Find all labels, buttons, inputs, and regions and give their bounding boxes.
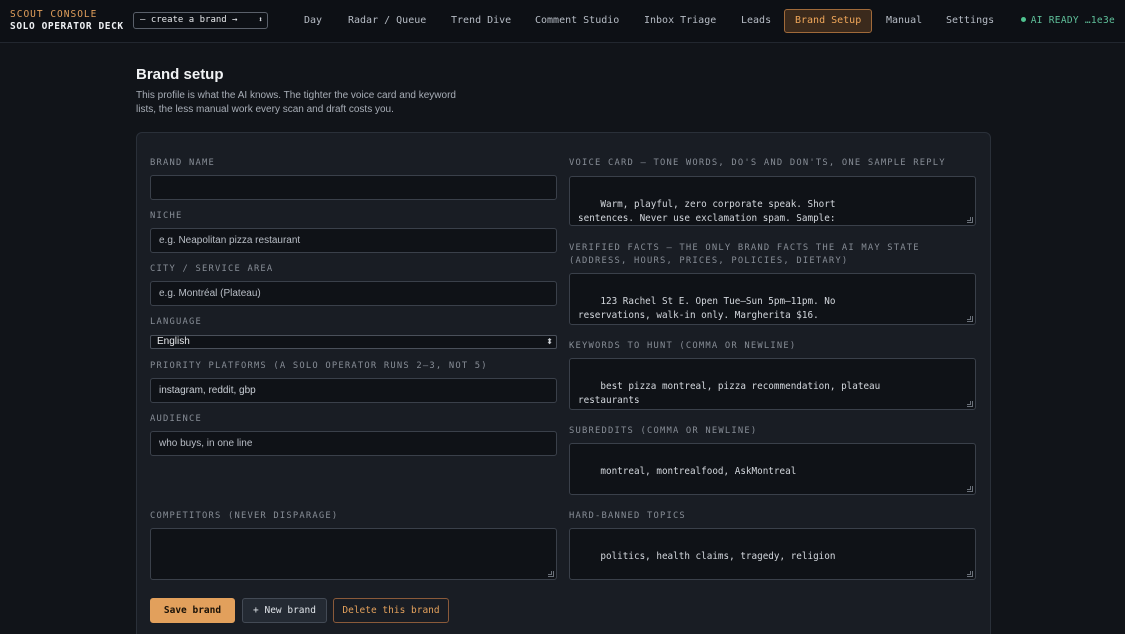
nav-radar-queue[interactable]: Radar / Queue — [338, 9, 436, 33]
keywords-text: best pizza montreal, pizza recommendatio… — [578, 381, 881, 406]
platforms-input[interactable]: instagram, reddit, gbp — [150, 378, 557, 403]
brand-form-card: BRAND NAME NICHE e.g. Neapolitan pizza r… — [136, 132, 991, 634]
brand-name-input[interactable] — [150, 175, 557, 200]
resize-handle-icon[interactable] — [967, 571, 973, 577]
status-dot-icon — [1020, 17, 1026, 22]
app-title-top: SCOUT CONSOLE — [10, 9, 98, 20]
resize-handle-icon[interactable] — [967, 401, 973, 407]
banned-topics-textarea[interactable]: politics, health claims, tragedy, religi… — [569, 528, 976, 580]
niche-label: NICHE — [150, 211, 183, 221]
nav-day[interactable]: Day — [294, 9, 332, 33]
competitors-label: COMPETITORS (NEVER DISPARAGE) — [150, 511, 339, 521]
nav-manual[interactable]: Manual — [876, 9, 932, 33]
verified-facts-text: 123 Rachel St E. Open Tue–Sun 5pm–11pm. … — [578, 296, 836, 321]
audience-input[interactable]: who buys, in one line — [150, 431, 557, 456]
verified-facts-label-line1: VERIFIED FACTS — THE ONLY BRAND FACTS TH… — [569, 243, 920, 253]
niche-input[interactable]: e.g. Neapolitan pizza restaurant — [150, 228, 557, 253]
banned-topics-text: politics, health claims, tragedy, religi… — [600, 551, 836, 562]
subreddits-textarea[interactable]: montreal, montrealfood, AskMontreal — [569, 443, 976, 495]
city-label: CITY / SERVICE AREA — [150, 264, 274, 274]
platforms-label: PRIORITY PLATFORMS (A SOLO OPERATOR RUNS… — [150, 361, 488, 371]
updown-chevron-icon: ⬍ — [258, 15, 263, 24]
subreddits-label: SUBREDDITS (COMMA OR NEWLINE) — [569, 426, 758, 436]
voice-card-text: Warm, playful, zero corporate speak. Sho… — [578, 199, 836, 224]
competitors-textarea[interactable] — [150, 528, 557, 580]
city-input[interactable]: e.g. Montréal (Plateau) — [150, 281, 557, 306]
top-bar: SCOUT CONSOLE SOLO OPERATOR DECK — creat… — [0, 0, 1125, 43]
language-label: LANGUAGE — [150, 317, 202, 327]
app-brand: SCOUT CONSOLE SOLO OPERATOR DECK — [10, 9, 124, 33]
app-title-bottom: SOLO OPERATOR DECK — [10, 21, 124, 32]
nav-comment-studio[interactable]: Comment Studio — [525, 9, 629, 33]
delete-brand-button[interactable]: Delete this brand — [333, 598, 449, 623]
resize-handle-icon[interactable] — [967, 217, 973, 223]
subreddits-text: montreal, montrealfood, AskMontreal — [600, 466, 797, 477]
verified-facts-label: VERIFIED FACTS — THE ONLY BRAND FACTS TH… — [569, 242, 920, 268]
nav-inbox-triage[interactable]: Inbox Triage — [634, 9, 726, 33]
voice-card-label: VOICE CARD — TONE WORDS, DO'S AND DON'TS… — [569, 158, 946, 168]
nav-trend-dive[interactable]: Trend Dive — [441, 9, 521, 33]
keywords-textarea[interactable]: best pizza montreal, pizza recommendatio… — [569, 358, 976, 410]
nav-brand-setup[interactable]: Brand Setup — [784, 9, 873, 33]
page-description: This profile is what the AI knows. The t… — [136, 90, 456, 115]
verified-facts-textarea[interactable]: 123 Rachel St E. Open Tue–Sun 5pm–11pm. … — [569, 273, 976, 325]
nav-settings[interactable]: Settings — [936, 9, 1004, 33]
resize-handle-icon[interactable] — [967, 486, 973, 492]
ai-status-text: AI READY …1e3e — [1030, 15, 1115, 26]
save-brand-button[interactable]: Save brand — [150, 598, 235, 623]
nav-leads[interactable]: Leads — [731, 9, 781, 33]
page-title: Brand setup — [136, 66, 224, 83]
voice-card-textarea[interactable]: Warm, playful, zero corporate speak. Sho… — [569, 176, 976, 226]
brand-name-label: BRAND NAME — [150, 158, 215, 168]
updown-chevron-icon: ⬍ — [546, 337, 553, 346]
brand-select[interactable]: — create a brand → ⬍ — [133, 12, 268, 29]
ai-status-badge: AI READY …1e3e — [1020, 15, 1115, 26]
language-select-value: English — [157, 336, 190, 347]
brand-select-value: — create a brand → — [140, 15, 238, 25]
keywords-label: KEYWORDS TO HUNT (COMMA OR NEWLINE) — [569, 341, 797, 351]
banned-topics-label: HARD-BANNED TOPICS — [569, 511, 686, 521]
audience-label: AUDIENCE — [150, 414, 202, 424]
verified-facts-label-line2: (ADDRESS, HOURS, PRICES, POLICIES, DIETA… — [569, 256, 849, 266]
resize-handle-icon[interactable] — [548, 571, 554, 577]
language-select[interactable]: English ⬍ — [150, 335, 557, 349]
new-brand-button[interactable]: + New brand — [242, 598, 327, 623]
resize-handle-icon[interactable] — [967, 316, 973, 322]
